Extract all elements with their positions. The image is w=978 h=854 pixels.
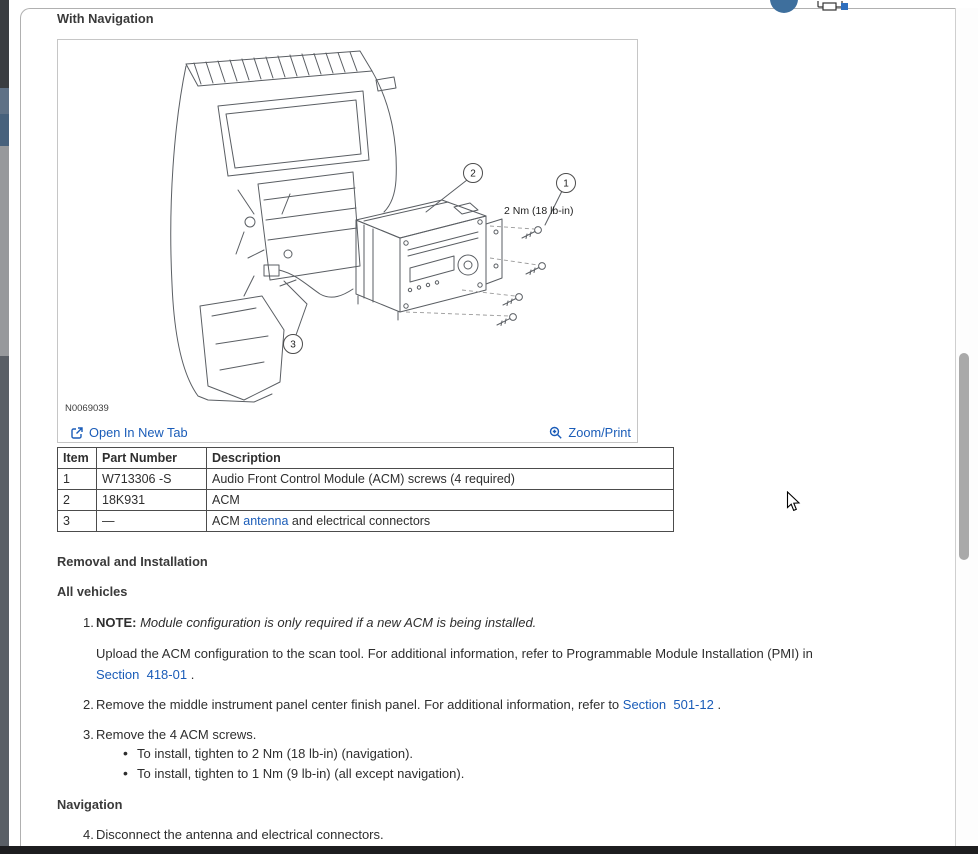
window-edge-segment	[0, 356, 9, 846]
step-text: Upload the ACM configuration to the scan…	[96, 646, 813, 661]
step-3: 3.Remove the 4 ACM screws.	[83, 727, 256, 742]
description-cell: ACM antenna and electrical connectors	[207, 511, 674, 532]
table-header-cell: Item	[58, 448, 97, 469]
item-cell: 2	[58, 490, 97, 511]
description-text: and electrical connectors	[288, 514, 430, 528]
section-418-01-link[interactable]: Section 418-01	[96, 667, 187, 682]
table-row: 3 — ACM antenna and electrical connector…	[58, 511, 674, 532]
screw-guide-line	[490, 226, 534, 229]
note-text: Module configuration is only required if…	[136, 615, 536, 630]
callout-3-leader	[284, 281, 307, 335]
printer-output-tray	[823, 3, 836, 10]
part-number-cell: —	[97, 511, 207, 532]
figure-toolbar: Open In New Tab Zoom/Print	[58, 424, 637, 441]
acm-exploded-diagram: 2 1 3 2 Nm (18 lb-in)	[58, 44, 638, 414]
open-in-new-icon	[70, 426, 84, 440]
step-1: 1.NOTE: Module configuration is only req…	[83, 615, 536, 630]
part-number-cell: W713306 -S	[97, 469, 207, 490]
zoom-print-link[interactable]: Zoom/Print	[549, 425, 631, 440]
figure-number: N0069039	[65, 403, 109, 414]
figure-container: 2 1 3 2 Nm (18 lb-in) N0069039 Open In N…	[57, 39, 638, 443]
step-text: .	[187, 667, 194, 682]
open-in-new-tab-link[interactable]: Open In New Tab	[70, 425, 188, 440]
screw-guide-line	[462, 290, 515, 296]
step-4: 4.Disconnect the antenna and electrical …	[83, 827, 384, 842]
step-1-paragraph: Upload the ACM configuration to the scan…	[96, 646, 813, 661]
step-2: 2.Remove the middle instrument panel cen…	[83, 697, 721, 712]
description-cell: ACM	[207, 490, 674, 511]
step-3-bullet-2: To install, tighten to 1 Nm (9 lb-in) (a…	[137, 766, 464, 781]
description-cell: Audio Front Control Module (ACM) screws …	[207, 469, 674, 490]
heading-navigation: Navigation	[57, 797, 122, 812]
step-3-bullet-1: To install, tighten to 2 Nm (18 lb-in) (…	[137, 746, 413, 761]
torque-label: 2 Nm (18 lb-in)	[504, 205, 573, 217]
window-edge-strip	[0, 0, 9, 846]
step-1-reference: Section 418-01 .	[96, 667, 194, 682]
item-cell: 3	[58, 511, 97, 532]
vertical-scrollbar[interactable]	[956, 8, 978, 846]
screw-icon	[526, 263, 545, 275]
callout-1-number: 1	[563, 179, 569, 190]
heading-removal-installation: Removal and Installation	[57, 554, 208, 569]
step-text: Remove the 4 ACM screws.	[96, 727, 256, 742]
bottom-bar	[0, 846, 978, 854]
zoom-print-label: Zoom/Print	[568, 425, 631, 440]
scrollbar-thumb[interactable]	[959, 353, 969, 560]
callout-3-number: 3	[290, 340, 296, 351]
table-header-cell: Part Number	[97, 448, 207, 469]
antenna-link[interactable]: antenna	[243, 514, 288, 528]
step-text: .	[714, 697, 721, 712]
step-number: 2.	[83, 697, 96, 712]
step-number: 3.	[83, 727, 96, 742]
table-row: 1 W713306 -S Audio Front Control Module …	[58, 469, 674, 490]
screw-icon	[522, 227, 541, 239]
table-row: 2 18K931 ACM	[58, 490, 674, 511]
part-number-cell: 18K931	[97, 490, 207, 511]
printer-icon[interactable]	[814, 0, 854, 12]
step-number: 4.	[83, 827, 96, 842]
dashboard-line-art	[171, 51, 397, 402]
window-edge-segment	[0, 114, 9, 146]
window-edge-segment	[0, 146, 9, 356]
callout-2-number: 2	[470, 169, 476, 180]
section-heading: With Navigation	[57, 11, 154, 26]
printer-accent-badge	[841, 3, 848, 10]
step-text: Disconnect the antenna and electrical co…	[96, 827, 384, 842]
heading-all-vehicles: All vehicles	[57, 584, 127, 599]
table-header-row: Item Part Number Description	[58, 448, 674, 469]
table-header-cell: Description	[207, 448, 674, 469]
step-number: 1.	[83, 615, 96, 630]
window-edge-segment	[0, 88, 9, 114]
zoom-icon	[549, 426, 563, 440]
screw-guide-line	[406, 312, 509, 316]
parts-table: Item Part Number Description 1 W713306 -…	[57, 447, 674, 532]
description-text: ACM	[212, 514, 243, 528]
section-501-12-link[interactable]: Section 501-12	[623, 697, 714, 712]
note-label: NOTE:	[96, 615, 136, 630]
item-cell: 1	[58, 469, 97, 490]
step-text: Remove the middle instrument panel cente…	[96, 697, 623, 712]
acm-radio-unit	[356, 200, 502, 320]
open-in-new-tab-label: Open In New Tab	[89, 425, 188, 440]
